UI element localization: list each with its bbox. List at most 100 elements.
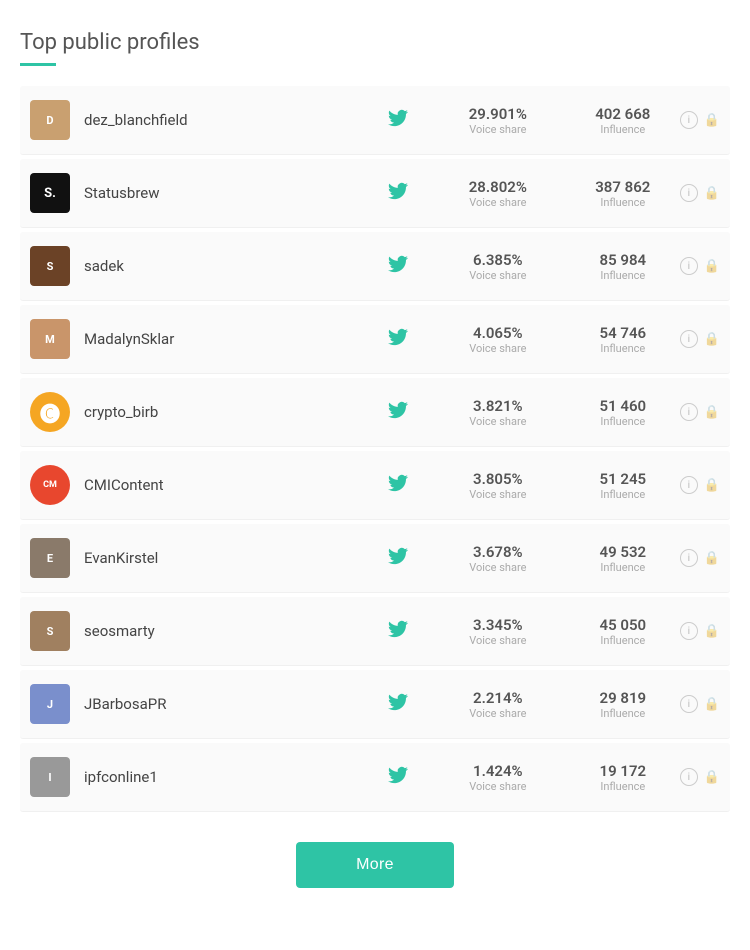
influence-label: Influence bbox=[578, 342, 668, 355]
info-icon[interactable]: i bbox=[680, 330, 698, 348]
info-icon[interactable]: i bbox=[680, 622, 698, 640]
action-icons: i🔒 bbox=[680, 403, 720, 421]
profile-row: M MadalynSklar 4.065%Voice share 54 746Inf… bbox=[20, 305, 730, 374]
username: MadalynSklar bbox=[84, 330, 388, 348]
voice-share-column: 3.345%Voice share bbox=[448, 616, 548, 647]
influence-label: Influence bbox=[578, 634, 668, 647]
avatar: I bbox=[30, 757, 70, 797]
profiles-list: Ddez_blanchfield 29.901%Voice share402 6… bbox=[20, 86, 730, 812]
voice-share-column: 6.385%Voice share bbox=[448, 251, 548, 282]
more-button-container: More bbox=[20, 842, 730, 888]
influence-label: Influence bbox=[578, 196, 668, 209]
lock-icon[interactable]: 🔒 bbox=[704, 332, 720, 347]
profile-row: Iipfconline1 1.424%Voice share 19 172Infl… bbox=[20, 743, 730, 812]
avatar: J bbox=[30, 684, 70, 724]
influence-column: 51 245Influence bbox=[578, 470, 668, 501]
influence-label: Influence bbox=[578, 488, 668, 501]
lock-icon[interactable]: 🔒 bbox=[704, 259, 720, 274]
twitter-icon[interactable] bbox=[388, 327, 408, 352]
influence-value: 19 172 bbox=[578, 762, 668, 780]
voice-share-percent: 29.901% bbox=[448, 105, 548, 123]
avatar: S. bbox=[30, 173, 70, 213]
influence-label: Influence bbox=[578, 415, 668, 428]
lock-icon[interactable]: 🔒 bbox=[704, 186, 720, 201]
lock-icon[interactable]: 🔒 bbox=[704, 770, 720, 785]
influence-value: 49 532 bbox=[578, 543, 668, 561]
twitter-icon[interactable] bbox=[388, 254, 408, 279]
avatar-initials: S bbox=[47, 260, 54, 273]
influence-value: 51 245 bbox=[578, 470, 668, 488]
influence-column: 85 984Influence bbox=[578, 251, 668, 282]
avatar: S bbox=[30, 246, 70, 286]
voice-share-column: 4.065%Voice share bbox=[448, 324, 548, 355]
avatar: E bbox=[30, 538, 70, 578]
voice-share-percent: 6.385% bbox=[448, 251, 548, 269]
influence-value: 85 984 bbox=[578, 251, 668, 269]
info-icon[interactable]: i bbox=[680, 768, 698, 786]
action-icons: i🔒 bbox=[680, 695, 720, 713]
lock-icon[interactable]: 🔒 bbox=[704, 697, 720, 712]
voice-share-percent: 3.805% bbox=[448, 470, 548, 488]
profile-row: EEvanKirstel 3.678%Voice share49 532Infl… bbox=[20, 524, 730, 593]
info-icon[interactable]: i bbox=[680, 257, 698, 275]
influence-column: 51 460Influence bbox=[578, 397, 668, 428]
influence-value: 402 668 bbox=[578, 105, 668, 123]
voice-share-column: 1.424%Voice share bbox=[448, 762, 548, 793]
action-icons: i🔒 bbox=[680, 768, 720, 786]
title-underline bbox=[20, 63, 56, 66]
twitter-icon[interactable] bbox=[388, 619, 408, 644]
page-title: Top public profiles bbox=[20, 30, 730, 55]
twitter-icon[interactable] bbox=[388, 400, 408, 425]
voice-share-percent: 3.678% bbox=[448, 543, 548, 561]
voice-share-percent: 1.424% bbox=[448, 762, 548, 780]
lock-icon[interactable]: 🔒 bbox=[704, 551, 720, 566]
voice-share-column: 28.802%Voice share bbox=[448, 178, 548, 209]
voice-share-label: Voice share bbox=[448, 123, 548, 136]
action-icons: i🔒 bbox=[680, 330, 720, 348]
twitter-icon[interactable] bbox=[388, 546, 408, 571]
voice-share-percent: 3.821% bbox=[448, 397, 548, 415]
twitter-icon[interactable] bbox=[388, 692, 408, 717]
info-icon[interactable]: i bbox=[680, 476, 698, 494]
voice-share-label: Voice share bbox=[448, 269, 548, 282]
avatar-initials: CM bbox=[43, 480, 57, 490]
lock-icon[interactable]: 🔒 bbox=[704, 405, 720, 420]
lock-icon[interactable]: 🔒 bbox=[704, 624, 720, 639]
lock-icon[interactable]: 🔒 bbox=[704, 478, 720, 493]
avatar-initials: E bbox=[47, 552, 53, 565]
username: Statusbrew bbox=[84, 184, 388, 202]
influence-label: Influence bbox=[578, 780, 668, 793]
influence-column: 29 819Influence bbox=[578, 689, 668, 720]
twitter-icon[interactable] bbox=[388, 765, 408, 790]
voice-share-label: Voice share bbox=[448, 780, 548, 793]
profile-row: Sseosmarty 3.345%Voice share45 050Influe… bbox=[20, 597, 730, 666]
username: JBarbosaPR bbox=[84, 695, 388, 713]
username: ipfconline1 bbox=[84, 768, 388, 786]
influence-value: 54 746 bbox=[578, 324, 668, 342]
info-icon[interactable]: i bbox=[680, 111, 698, 129]
username: dez_blanchfield bbox=[84, 111, 388, 129]
twitter-icon[interactable] bbox=[388, 473, 408, 498]
influence-value: 51 460 bbox=[578, 397, 668, 415]
influence-value: 29 819 bbox=[578, 689, 668, 707]
twitter-icon[interactable] bbox=[388, 108, 408, 133]
influence-column: 49 532Influence bbox=[578, 543, 668, 574]
voice-share-column: 2.214%Voice share bbox=[448, 689, 548, 720]
influence-column: 387 862Influence bbox=[578, 178, 668, 209]
influence-column: 54 746Influence bbox=[578, 324, 668, 355]
influence-label: Influence bbox=[578, 561, 668, 574]
twitter-icon[interactable] bbox=[388, 181, 408, 206]
profile-row: Ddez_blanchfield 29.901%Voice share402 6… bbox=[20, 86, 730, 155]
lock-icon[interactable]: 🔒 bbox=[704, 113, 720, 128]
avatar: M bbox=[30, 319, 70, 359]
info-icon[interactable]: i bbox=[680, 403, 698, 421]
profile-row: J JBarbosaPR 2.214%Voice share 29 819Influ… bbox=[20, 670, 730, 739]
info-icon[interactable]: i bbox=[680, 184, 698, 202]
avatar-initials: M bbox=[45, 333, 55, 346]
info-icon[interactable]: i bbox=[680, 695, 698, 713]
voice-share-column: 3.821%Voice share bbox=[448, 397, 548, 428]
more-button[interactable]: More bbox=[296, 842, 454, 888]
avatar-initials: S. bbox=[44, 186, 56, 201]
username: crypto_birb bbox=[84, 403, 388, 421]
info-icon[interactable]: i bbox=[680, 549, 698, 567]
